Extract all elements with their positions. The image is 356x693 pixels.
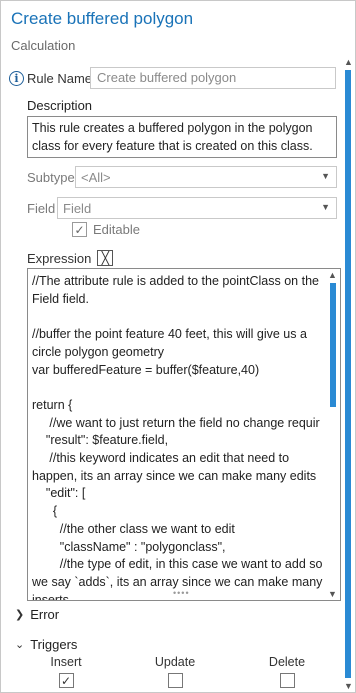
- pane-scrollbar[interactable]: ▲ ▼: [341, 56, 355, 692]
- attribute-rule-pane: Create buffered polygon Calculation i Ru…: [0, 0, 356, 693]
- code-line: var bufferedFeature = buffer($feature,40…: [32, 362, 260, 377]
- scroll-up-icon[interactable]: ▲: [328, 270, 337, 280]
- chevron-down-icon: ⌄: [15, 639, 25, 651]
- editable-checkbox[interactable]: ✓: [72, 222, 87, 237]
- expression-row: Expression ╳: [27, 250, 114, 266]
- triggers-section-header[interactable]: ⌄ Triggers: [15, 637, 77, 652]
- field-dropdown[interactable]: Field ▼: [57, 197, 337, 219]
- pane-title: Create buffered polygon: [11, 9, 194, 28]
- code-line: //The attribute rule is added to the poi…: [32, 274, 323, 306]
- code-line: //buffer the point feature 40 feet, this…: [32, 327, 311, 359]
- rule-name-input[interactable]: Create buffered polygon: [90, 67, 336, 89]
- scroll-down-icon[interactable]: ▼: [344, 681, 353, 691]
- scroll-up-icon[interactable]: ▲: [344, 57, 353, 67]
- error-section-header[interactable]: ❯ Error: [15, 607, 59, 622]
- rule-type-label: Calculation: [11, 38, 76, 53]
- expression-editor[interactable]: //The attribute rule is added to the poi…: [27, 268, 341, 601]
- trigger-insert-checkbox[interactable]: ✓: [58, 673, 74, 688]
- trigger-delete: Delete: [265, 655, 309, 688]
- triggers-section-label: Triggers: [30, 637, 78, 652]
- expression-builder-icon[interactable]: ╳: [97, 250, 114, 266]
- rule-name-row: i Rule Name: [9, 67, 92, 89]
- trigger-update: Update: [151, 655, 199, 688]
- chevron-down-icon: ▼: [321, 171, 330, 181]
- chevron-down-icon: ▼: [321, 202, 330, 212]
- subtype-value: <All>: [81, 170, 111, 185]
- resize-grip-icon[interactable]: ••••: [173, 588, 190, 598]
- trigger-delete-label: Delete: [268, 655, 306, 669]
- code-line: //we want to just return the field no ch…: [32, 415, 320, 430]
- trigger-update-label: Update: [154, 655, 196, 669]
- field-label: Field: [27, 200, 56, 216]
- trigger-delete-checkbox[interactable]: [279, 673, 295, 688]
- scroll-down-icon[interactable]: ▼: [328, 589, 337, 599]
- expression-label: Expression: [27, 250, 92, 266]
- pane-scrollbar-thumb[interactable]: [345, 70, 351, 678]
- subtype-label: Subtype: [27, 169, 75, 185]
- trigger-insert: Insert ✓: [48, 655, 84, 688]
- trigger-insert-label: Insert: [50, 655, 82, 669]
- code-line: "className" : "polygonclass",: [32, 539, 226, 554]
- description-label: Description: [27, 98, 93, 113]
- code-line: //this keyword indicates an edit that ne…: [32, 451, 317, 483]
- editable-row: ✓ Editable: [72, 222, 140, 237]
- subtype-row: Subtype: [27, 166, 75, 188]
- trigger-update-checkbox[interactable]: [167, 673, 183, 688]
- code-line: "result": $feature.field,: [32, 433, 169, 448]
- field-value: Field: [63, 201, 92, 216]
- expression-code: //The attribute rule is added to the poi…: [32, 273, 324, 600]
- description-field[interactable]: This rule creates a buffered polygon in …: [27, 116, 337, 158]
- editable-label: Editable: [93, 222, 140, 237]
- scrollbar-thumb[interactable]: [330, 283, 336, 407]
- field-row: Field: [27, 197, 55, 219]
- chevron-right-icon: ❯: [15, 609, 25, 621]
- code-line: //the other class we want to edit: [32, 521, 235, 536]
- info-icon[interactable]: i: [9, 70, 24, 86]
- subtype-dropdown[interactable]: <All> ▼: [75, 166, 337, 188]
- code-line: return {: [32, 397, 73, 412]
- code-line: "edit": [: [32, 486, 86, 501]
- error-section-label: Error: [30, 607, 60, 622]
- rule-name-label: Rule Name: [27, 70, 93, 86]
- expression-scrollbar[interactable]: ▲ ▼: [326, 269, 340, 600]
- code-line: {: [32, 504, 58, 519]
